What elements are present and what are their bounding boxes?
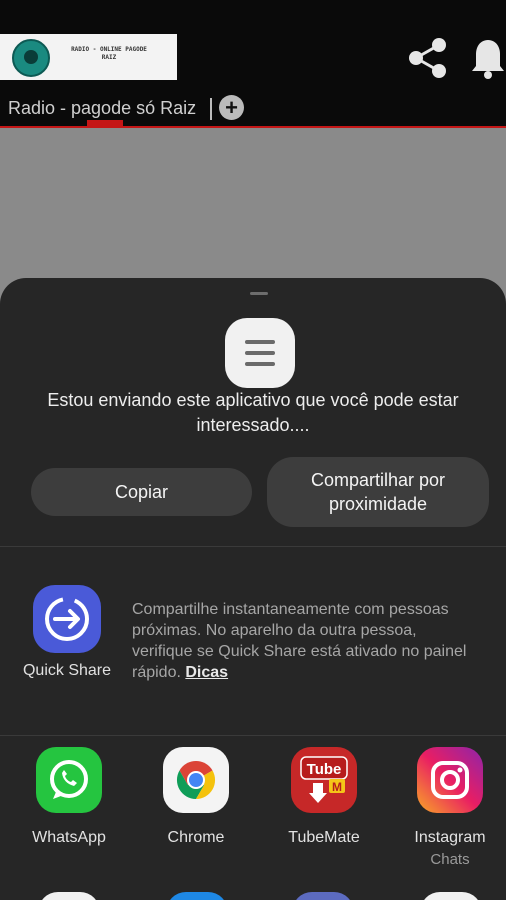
share-target-partial[interactable]: [166, 892, 228, 900]
chrome-icon: [163, 747, 229, 813]
quick-share-description: Compartilhe instantaneamente com pessoas…: [132, 599, 472, 683]
share-nearby-button[interactable]: Compartilhar por proximidade: [267, 457, 489, 527]
divider: [0, 546, 506, 547]
share-target-instagram-chats[interactable]: Instagram Chats: [400, 747, 500, 868]
quick-share-icon[interactable]: [33, 585, 101, 653]
instagram-icon: [417, 747, 483, 813]
share-target-partial[interactable]: [420, 892, 482, 900]
svg-text:Tube: Tube: [307, 761, 342, 778]
logo-headphones-icon: [12, 39, 50, 77]
share-icon[interactable]: [406, 36, 450, 80]
tab-radio[interactable]: Radio - pagode só Raiz: [8, 98, 196, 119]
tab-divider: [210, 98, 212, 120]
share-nearby-label: Compartilhar por proximidade: [310, 470, 446, 514]
share-target-chrome[interactable]: Chrome: [146, 747, 246, 847]
app-logo: RADIO - ONLINE PAGODE RAIZ: [0, 34, 177, 80]
logo-text: RADIO - ONLINE PAGODE RAIZ: [71, 46, 147, 61]
share-message: Estou enviando este aplicativo que você …: [47, 390, 459, 435]
svg-text:M: M: [332, 780, 342, 794]
tubemate-icon: Tube M: [291, 747, 357, 813]
menu-lines-icon: [225, 318, 295, 388]
share-target-whatsapp[interactable]: WhatsApp: [19, 747, 119, 847]
bell-icon[interactable]: [470, 36, 506, 80]
divider: [0, 735, 506, 736]
copy-button[interactable]: Copiar: [31, 468, 252, 516]
quick-share-description-text: Compartilhe instantaneamente com pessoas…: [132, 601, 467, 681]
share-target-partial[interactable]: [38, 892, 100, 900]
add-tab-button[interactable]: +: [219, 95, 244, 120]
tab-indicator: [87, 120, 123, 126]
share-target-partial[interactable]: [292, 892, 354, 900]
app-label: Instagram: [414, 829, 486, 846]
whatsapp-icon: [36, 747, 102, 813]
tips-link[interactable]: Dicas: [185, 664, 228, 681]
app-sublabel: Chats: [430, 851, 470, 868]
app-label: TubeMate: [288, 829, 360, 846]
app-label: WhatsApp: [32, 829, 106, 846]
share-sheet: Estou enviando este aplicativo que você …: [0, 278, 506, 900]
quick-share-label[interactable]: Quick Share: [10, 662, 124, 680]
tab-bar: Radio - pagode só Raiz: [0, 88, 506, 128]
drag-handle[interactable]: [250, 292, 268, 295]
app-label: Chrome: [167, 829, 225, 846]
app-top-bar: RADIO - ONLINE PAGODE RAIZ: [0, 0, 506, 88]
share-target-tubemate[interactable]: Tube M TubeMate: [274, 747, 374, 847]
